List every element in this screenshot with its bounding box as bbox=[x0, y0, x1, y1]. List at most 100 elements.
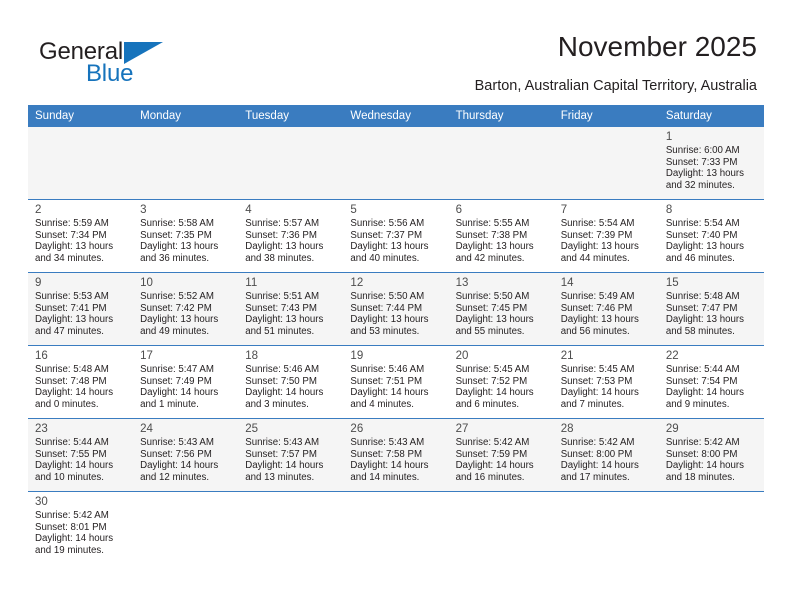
calendar-day-cell[interactable]: 11 Sunrise: 5:51 AM Sunset: 7:43 PM Dayligh… bbox=[238, 272, 344, 346]
day-sunrise-text: Sunrise: 5:45 AM bbox=[560, 364, 635, 375]
weekday-header-tuesday: Tuesday bbox=[238, 105, 344, 127]
day-daylight1-text: Daylight: 14 hours bbox=[245, 460, 324, 472]
day-daylight2-text: and 12 minutes. bbox=[140, 471, 210, 483]
day-number: 27 bbox=[455, 423, 469, 435]
day-daylight2-text: and 16 minutes. bbox=[455, 471, 525, 483]
calendar-day-cell[interactable]: 24 Sunrise: 5:43 AM Sunset: 7:56 PM Dayligh… bbox=[133, 418, 239, 492]
day-sunset-text: Sunset: 8:01 PM bbox=[35, 521, 107, 533]
calendar-day-cell[interactable]: 14 Sunrise: 5:49 AM Sunset: 7:46 PM Dayligh… bbox=[553, 272, 659, 346]
calendar-day-cell[interactable]: 3 Sunrise: 5:58 AM Sunset: 7:35 PM Daylight… bbox=[133, 199, 239, 273]
calendar-day-cell[interactable]: 1 Sunrise: 6:00 AM Sunset: 7:33 PM Daylight… bbox=[658, 127, 764, 200]
day-number: 6 bbox=[455, 204, 462, 216]
day-daylight2-text: and 47 minutes. bbox=[35, 325, 104, 337]
calendar-day-cell[interactable]: 28 Sunrise: 5:42 AM Sunset: 8:00 PM Dayligh… bbox=[553, 418, 659, 492]
day-number: 4 bbox=[245, 204, 252, 216]
day-sunrise-text: Sunrise: 5:48 AM bbox=[665, 291, 740, 302]
calendar-day-cell[interactable]: 7 Sunrise: 5:54 AM Sunset: 7:39 PM Daylight… bbox=[553, 199, 659, 273]
day-daylight1-text: Daylight: 13 hours bbox=[140, 314, 219, 326]
day-cell-content: 8 Sunrise: 5:54 AM Sunset: 7:40 PM Daylight… bbox=[659, 200, 764, 272]
calendar-day-cell[interactable]: 25 Sunrise: 5:43 AM Sunset: 7:57 PM Dayligh… bbox=[238, 418, 344, 492]
calendar-day-cell[interactable]: 23 Sunrise: 5:44 AM Sunset: 7:55 PM Dayligh… bbox=[28, 418, 134, 492]
calendar-day-cell[interactable]: 29 Sunrise: 5:42 AM Sunset: 8:00 PM Dayligh… bbox=[658, 418, 764, 492]
day-cell-content bbox=[238, 127, 343, 199]
day-cell-content: 20 Sunrise: 5:45 AM Sunset: 7:52 PM Dayligh… bbox=[449, 346, 554, 418]
day-sun-info: Sunrise: 5:54 AM Sunset: 7:40 PM Daylight:… bbox=[666, 218, 758, 264]
calendar-day-cell[interactable]: 6 Sunrise: 5:55 AM Sunset: 7:38 PM Daylight… bbox=[448, 199, 554, 273]
day-cell-content bbox=[133, 127, 238, 199]
calendar-day-cell[interactable]: 9 Sunrise: 5:53 AM Sunset: 7:41 PM Daylight… bbox=[28, 272, 134, 346]
calendar-day-cell[interactable]: 15 Sunrise: 5:48 AM Sunset: 7:47 PM Dayligh… bbox=[658, 272, 764, 346]
calendar-day-cell[interactable]: 26 Sunrise: 5:43 AM Sunset: 7:58 PM Dayligh… bbox=[343, 418, 449, 492]
day-sun-info: Sunrise: 5:50 AM Sunset: 7:45 PM Daylight:… bbox=[456, 291, 548, 337]
calendar-day-cell[interactable]: 20 Sunrise: 5:45 AM Sunset: 7:52 PM Dayligh… bbox=[448, 345, 554, 419]
calendar-day-cell[interactable]: 16 Sunrise: 5:48 AM Sunset: 7:48 PM Dayligh… bbox=[28, 345, 134, 419]
day-cell-content: 30 Sunrise: 5:42 AM Sunset: 8:01 PM Dayligh… bbox=[28, 492, 133, 574]
calendar-day-cell[interactable]: 17 Sunrise: 5:47 AM Sunset: 7:49 PM Dayligh… bbox=[133, 345, 239, 419]
day-number: 13 bbox=[455, 277, 469, 289]
day-cell-content: 23 Sunrise: 5:44 AM Sunset: 7:55 PM Dayligh… bbox=[28, 419, 133, 491]
day-cell-content: 25 Sunrise: 5:43 AM Sunset: 7:57 PM Dayligh… bbox=[238, 419, 343, 491]
calendar-week-row: 2 Sunrise: 5:59 AM Sunset: 7:34 PM Daylight… bbox=[28, 199, 764, 273]
day-sunset-text: Sunset: 7:51 PM bbox=[350, 375, 423, 387]
day-daylight1-text: Daylight: 13 hours bbox=[350, 241, 429, 253]
day-sunrise-text: Sunrise: 5:43 AM bbox=[245, 437, 320, 448]
day-sun-info: Sunrise: 6:00 AM Sunset: 7:33 PM Daylight:… bbox=[666, 145, 758, 191]
day-sunset-text: Sunset: 7:37 PM bbox=[350, 229, 423, 241]
day-daylight1-text: Daylight: 13 hours bbox=[455, 314, 534, 326]
day-sunset-text: Sunset: 7:40 PM bbox=[665, 229, 738, 241]
day-sunset-text: Sunset: 7:34 PM bbox=[35, 229, 107, 241]
day-sunset-text: Sunset: 7:43 PM bbox=[245, 302, 317, 314]
day-sun-info: Sunrise: 5:46 AM Sunset: 7:50 PM Daylight:… bbox=[245, 364, 337, 410]
day-sun-info: Sunrise: 5:45 AM Sunset: 7:52 PM Daylight:… bbox=[456, 364, 548, 410]
day-sunrise-text: Sunrise: 5:46 AM bbox=[245, 364, 320, 375]
calendar-day-cell[interactable]: 13 Sunrise: 5:50 AM Sunset: 7:45 PM Dayligh… bbox=[448, 272, 554, 346]
day-cell-content: 7 Sunrise: 5:54 AM Sunset: 7:39 PM Daylight… bbox=[554, 200, 659, 272]
calendar-day-cell[interactable]: 27 Sunrise: 5:42 AM Sunset: 7:59 PM Dayligh… bbox=[448, 418, 554, 492]
day-sun-info: Sunrise: 5:45 AM Sunset: 7:53 PM Daylight:… bbox=[561, 364, 653, 410]
calendar-day-cell[interactable]: 12 Sunrise: 5:50 AM Sunset: 7:44 PM Dayligh… bbox=[343, 272, 449, 346]
weekday-header-friday: Friday bbox=[553, 105, 659, 127]
day-sun-info: Sunrise: 5:42 AM Sunset: 8:00 PM Daylight:… bbox=[561, 437, 653, 483]
day-sunset-text: Sunset: 7:33 PM bbox=[665, 156, 738, 168]
calendar-day-cell[interactable]: 18 Sunrise: 5:46 AM Sunset: 7:50 PM Dayligh… bbox=[238, 345, 344, 419]
day-sunrise-text: Sunrise: 5:43 AM bbox=[140, 437, 214, 448]
day-sun-info: Sunrise: 5:49 AM Sunset: 7:46 PM Daylight:… bbox=[561, 291, 653, 337]
day-sunrise-text: Sunrise: 5:49 AM bbox=[560, 291, 635, 302]
day-daylight2-text: and 40 minutes. bbox=[350, 252, 420, 264]
day-sunrise-text: Sunrise: 5:58 AM bbox=[140, 218, 214, 229]
weekday-header-thursday: Thursday bbox=[448, 105, 554, 127]
day-sunrise-text: Sunrise: 5:42 AM bbox=[35, 510, 109, 521]
calendar-empty-cell bbox=[133, 491, 239, 574]
day-number: 5 bbox=[350, 204, 357, 216]
calendar-week-row: 9 Sunrise: 5:53 AM Sunset: 7:41 PM Daylight… bbox=[28, 272, 764, 346]
calendar-day-cell[interactable]: 21 Sunrise: 5:45 AM Sunset: 7:53 PM Dayligh… bbox=[553, 345, 659, 419]
day-cell-content: 28 Sunrise: 5:42 AM Sunset: 8:00 PM Dayligh… bbox=[554, 419, 659, 491]
calendar-empty-cell bbox=[133, 127, 239, 200]
weekday-header-row: Sunday Monday Tuesday Wednesday Thursday… bbox=[28, 105, 764, 127]
day-sun-info: Sunrise: 5:54 AM Sunset: 7:39 PM Daylight:… bbox=[561, 218, 653, 264]
calendar-day-cell[interactable]: 8 Sunrise: 5:54 AM Sunset: 7:40 PM Daylight… bbox=[658, 199, 764, 273]
calendar-day-cell[interactable]: 4 Sunrise: 5:57 AM Sunset: 7:36 PM Daylight… bbox=[238, 199, 344, 273]
day-sunset-text: Sunset: 7:59 PM bbox=[455, 448, 528, 460]
day-cell-content: 13 Sunrise: 5:50 AM Sunset: 7:45 PM Dayligh… bbox=[449, 273, 554, 345]
calendar-day-cell[interactable]: 30 Sunrise: 5:42 AM Sunset: 8:01 PM Dayligh… bbox=[28, 491, 134, 574]
weekday-header-monday: Monday bbox=[133, 105, 239, 127]
day-daylight1-text: Daylight: 13 hours bbox=[35, 241, 114, 253]
calendar-day-cell[interactable]: 10 Sunrise: 5:52 AM Sunset: 7:42 PM Dayligh… bbox=[133, 272, 239, 346]
day-sun-info: Sunrise: 5:56 AM Sunset: 7:37 PM Daylight:… bbox=[350, 218, 442, 264]
day-cell-content: 17 Sunrise: 5:47 AM Sunset: 7:49 PM Dayligh… bbox=[133, 346, 238, 418]
calendar-day-cell[interactable]: 22 Sunrise: 5:44 AM Sunset: 7:54 PM Dayligh… bbox=[658, 345, 764, 419]
day-daylight1-text: Daylight: 13 hours bbox=[665, 314, 744, 326]
day-daylight1-text: Daylight: 14 hours bbox=[665, 387, 744, 399]
day-daylight1-text: Daylight: 14 hours bbox=[35, 533, 114, 545]
day-number: 1 bbox=[665, 131, 673, 143]
day-sunrise-text: Sunrise: 5:50 AM bbox=[350, 291, 425, 302]
calendar-empty-cell bbox=[448, 127, 554, 200]
day-sunrise-text: Sunrise: 5:42 AM bbox=[455, 437, 530, 448]
calendar-day-cell[interactable]: 5 Sunrise: 5:56 AM Sunset: 7:37 PM Daylight… bbox=[343, 199, 449, 273]
calendar-day-cell[interactable]: 2 Sunrise: 5:59 AM Sunset: 7:34 PM Daylight… bbox=[28, 199, 134, 273]
day-number: 16 bbox=[35, 350, 48, 362]
calendar-day-cell[interactable]: 19 Sunrise: 5:46 AM Sunset: 7:51 PM Dayligh… bbox=[343, 345, 449, 419]
day-daylight2-text: and 14 minutes. bbox=[350, 471, 420, 483]
day-sunrise-text: Sunrise: 5:44 AM bbox=[665, 364, 740, 375]
